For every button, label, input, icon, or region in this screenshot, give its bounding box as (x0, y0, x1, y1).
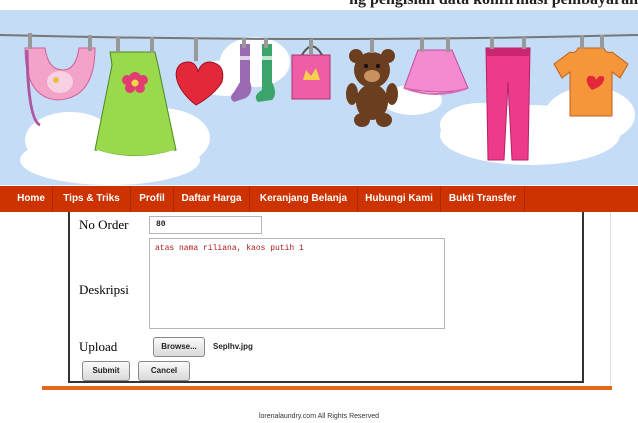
nav-item-profil[interactable]: Profil (131, 186, 174, 212)
nav-item-keranjang-belanja[interactable]: Keranjang Belanja (250, 186, 358, 212)
upload-label: Upload (79, 339, 118, 354)
payment-confirmation-form: No Order 80 Deskripsi atas nama riliana,… (68, 212, 584, 383)
page-edge-rule (610, 212, 611, 387)
main-navigation: Home Tips & Triks Profil Daftar Harga Ke… (0, 186, 638, 212)
no-order-label: No Order (79, 217, 129, 232)
deskripsi-label: Deskripsi (79, 282, 129, 297)
nav-item-bukti-transfer[interactable]: Bukti Transfer (441, 186, 525, 212)
browse-button[interactable]: Browse... (153, 337, 205, 357)
nav-item-home[interactable]: Home (10, 186, 53, 212)
nav-item-hubungi-kami[interactable]: Hubungi Kami (358, 186, 441, 212)
header-banner (0, 10, 638, 185)
deskripsi-textarea[interactable]: atas nama riliana, kaos putih 1 (149, 238, 445, 329)
cancel-button[interactable]: Cancel (138, 361, 190, 381)
nav-item-daftar-harga[interactable]: Daftar Harga (174, 186, 250, 212)
nav-item-tips-triks[interactable]: Tips & Triks (53, 186, 131, 212)
no-order-input[interactable]: 80 (149, 216, 262, 234)
footer-divider (42, 386, 612, 390)
submit-button[interactable]: Submit (82, 361, 130, 381)
selected-file-name: Seplhv.jpg (213, 342, 253, 351)
footer-copyright: lorenalaundry.com All Rights Reserved (258, 413, 380, 420)
clothesline-illustration (0, 10, 638, 185)
